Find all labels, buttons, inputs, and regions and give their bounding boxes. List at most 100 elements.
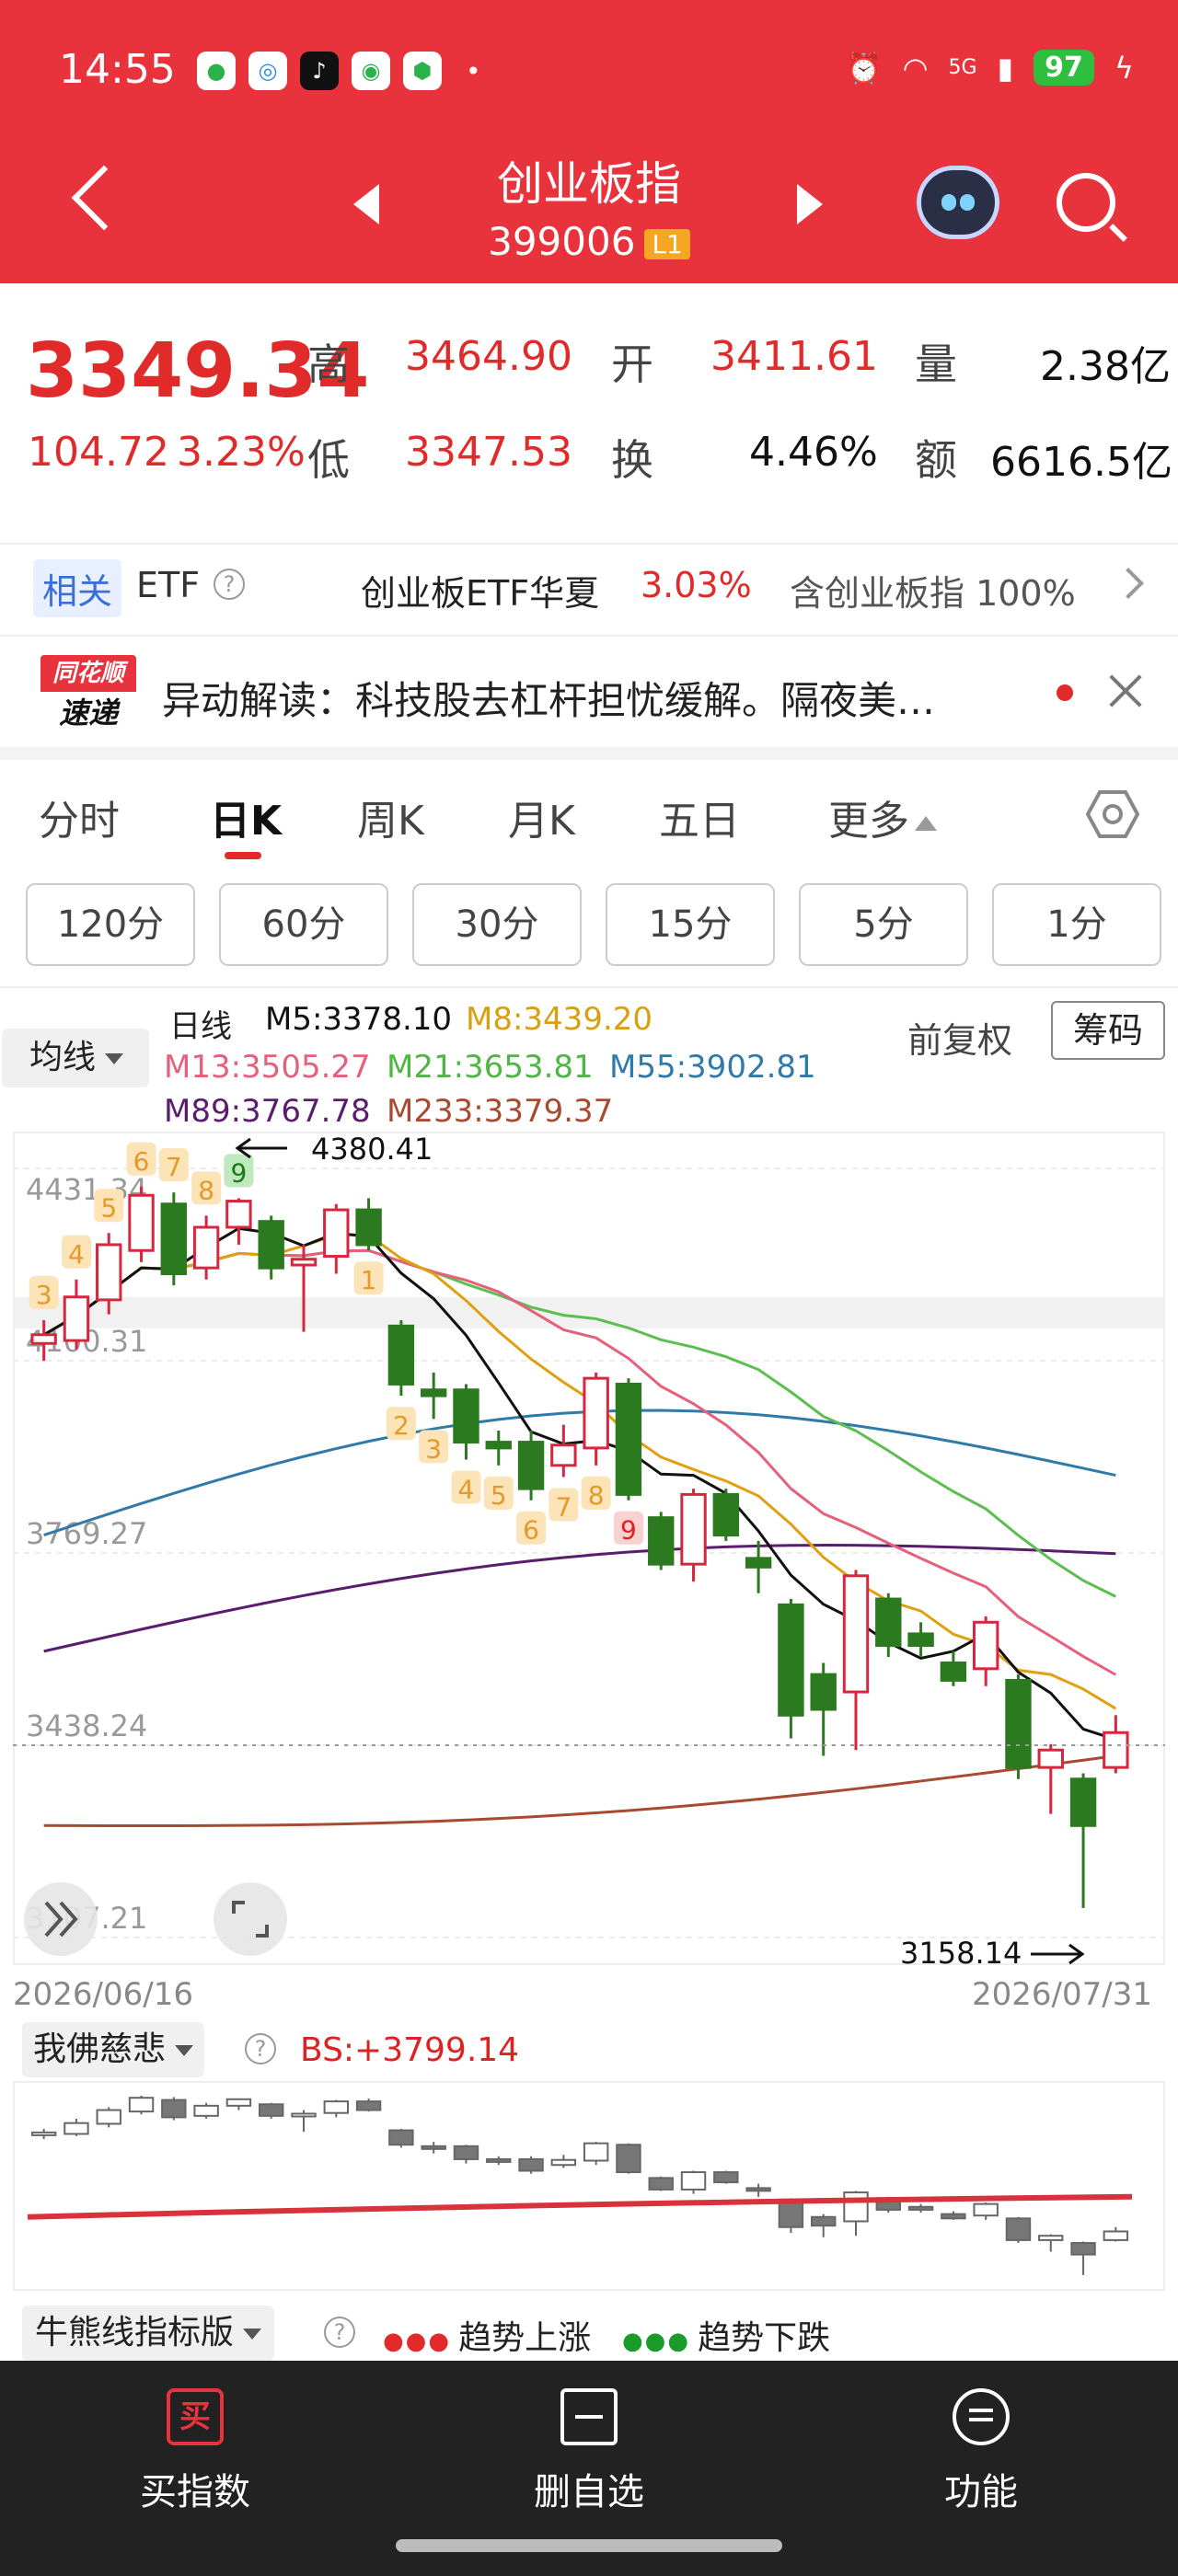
caret-down-icon (175, 2045, 194, 2056)
interval-30min-button[interactable]: 30分 (412, 883, 582, 966)
sub-candle-body (1070, 2242, 1096, 2256)
sub-candle-body (811, 2215, 837, 2227)
news-logo: 同花顺 速递 (40, 655, 136, 734)
tab-weekly-k[interactable]: 周K (357, 788, 424, 846)
previous-stock-icon[interactable] (353, 184, 379, 224)
sub-candle-body (388, 2129, 414, 2146)
close-icon[interactable] (1104, 670, 1147, 712)
menu-icon (953, 2388, 1010, 2445)
candle-body (1037, 1748, 1064, 1769)
sub-candle-body (550, 2158, 577, 2167)
ma89-value: M89:3767.78 (164, 1093, 371, 1130)
interval-60min-button[interactable]: 60分 (219, 883, 388, 966)
shield-app-icon: ⬢ (403, 52, 442, 90)
candle-body (258, 1220, 284, 1270)
sub-candle-body (64, 2122, 89, 2135)
candle-body (453, 1388, 479, 1444)
sub-candle-body (1103, 2230, 1129, 2241)
candle-body (1103, 1731, 1129, 1769)
ma-selector-label: 均线 (29, 1039, 97, 1076)
help-icon[interactable]: ? (245, 2033, 276, 2064)
green-dots-icon: ●●● (622, 2328, 691, 2355)
interval-1min-button[interactable]: 1分 (992, 883, 1161, 966)
tab-monthly-k[interactable]: 月K (508, 788, 575, 846)
low-marker-label: 3158.14 (900, 1936, 1022, 1971)
candle-body (225, 1200, 252, 1229)
open-value: 3411.61 (710, 333, 878, 380)
back-arrow-icon[interactable] (71, 165, 137, 231)
sub-candle-body (421, 2145, 446, 2150)
related-etf-row[interactable]: 相关 ETF ? 创业板ETF华夏 3.03% 含创业板指 100% (0, 543, 1178, 624)
candle-body (940, 1662, 967, 1682)
interval-120min-button[interactable]: 120分 (26, 883, 195, 966)
ma-selector[interactable]: 均线 (2, 1029, 149, 1087)
function-menu-button[interactable]: 功能 (843, 2388, 1119, 2515)
level-badge: L1 (644, 229, 690, 259)
etf-holding: 含创业板指 100% (790, 573, 1076, 614)
candle-body (680, 1492, 707, 1566)
news-banner[interactable]: 同花顺 速递 异动解读：科技股去杠杆担忧缓解。隔夜美… (0, 635, 1178, 745)
sequence-label: 4 (68, 1239, 85, 1270)
help-icon[interactable]: ? (324, 2317, 355, 2348)
sub-indicator-chart[interactable] (0, 2081, 1178, 2293)
remove-watchlist-label: 删自选 (534, 2471, 644, 2513)
candle-body (387, 1324, 415, 1386)
bull-bear-selector[interactable]: 牛熊线指标版 (22, 2306, 275, 2361)
buy-index-button[interactable]: 买 买指数 (57, 2388, 333, 2515)
settings-hexagon-icon[interactable] (1086, 788, 1139, 841)
sub-candle-body (193, 2104, 219, 2117)
candle-body (778, 1603, 804, 1717)
app-notification-icon: ◎ (248, 52, 287, 90)
chip-distribution-button[interactable]: 筹码 (1051, 1001, 1165, 1060)
home-indicator[interactable] (396, 2539, 782, 2552)
bull-bear-label: 牛熊线指标版 (35, 2314, 235, 2352)
chart-end-date: 2026/07/31 (972, 1976, 1152, 2013)
price-adjust-label[interactable]: 前复权 (907, 1012, 1012, 1063)
sub-candle-body (518, 2157, 544, 2172)
interval-15min-button[interactable]: 15分 (606, 883, 775, 966)
wifi-icon: ◠ (902, 50, 929, 86)
tab-intraday[interactable]: 分时 (39, 788, 120, 846)
sub-indicator-header: 我佛慈悲 ? BS:+3799.14 (0, 2015, 1178, 2079)
tiktok-icon: ♪ (300, 52, 339, 90)
help-icon[interactable]: ? (214, 569, 245, 600)
bs-trend-line (27, 2193, 1133, 2220)
volume-value: 2.38亿 (1040, 343, 1171, 390)
sub-candle-body (225, 2098, 252, 2107)
tab-more[interactable]: 更多 (828, 788, 937, 846)
candle-body (648, 1516, 675, 1566)
tab-daily-k[interactable]: 日K (210, 788, 282, 846)
ai-assistant-robot-icon[interactable] (917, 166, 999, 239)
candle-body (972, 1620, 999, 1671)
period-label: 日线 (169, 1008, 232, 1045)
fullscreen-icon (214, 1882, 287, 1956)
news-headline[interactable]: 异动解读：科技股去杠杆担忧缓解。隔夜美… (162, 670, 1064, 726)
ma5-value: M5:3378.10 (265, 1001, 453, 1038)
candle-body (128, 1193, 155, 1252)
etf-change-percent: 3.03% (641, 565, 752, 605)
status-right: ⏰ ◠ 5G ▮ 97 ϟ (846, 50, 1134, 86)
chevron-right-icon[interactable] (1113, 568, 1144, 599)
interval-5min-button[interactable]: 5分 (799, 883, 968, 966)
next-stock-icon[interactable] (797, 184, 823, 224)
candle-body (517, 1441, 545, 1490)
sub-candle-body (355, 2100, 382, 2111)
chart-tabs: 分时 日K 周K 月K 五日 更多 (0, 760, 1178, 861)
candle-body (96, 1243, 122, 1302)
ma13-value: M13:3505.27 (164, 1049, 371, 1086)
sub-candle-body (648, 2177, 674, 2191)
sub-candle-body (161, 2099, 187, 2119)
sub-indicator-selector[interactable]: 我佛慈悲 (22, 2022, 205, 2077)
tab-five-day[interactable]: 五日 (659, 788, 740, 846)
chart-start-date: 2026/06/16 (13, 1976, 193, 2013)
bs-indicator-value: BS:+3799.14 (300, 2031, 520, 2069)
sub-candle-body (907, 2205, 934, 2211)
search-icon[interactable] (1057, 173, 1115, 232)
candle-body (290, 1258, 318, 1267)
remove-watchlist-button[interactable]: 删自选 (451, 2388, 727, 2515)
ma233-value: M233:3379.37 (387, 1093, 614, 1130)
sequence-label: 5 (100, 1192, 117, 1223)
sub-candle-body (941, 2213, 966, 2220)
caret-down-icon (243, 2329, 262, 2340)
kline-chart[interactable]: 4431.344100.313769.273438.243107.2134567… (0, 1132, 1178, 1978)
